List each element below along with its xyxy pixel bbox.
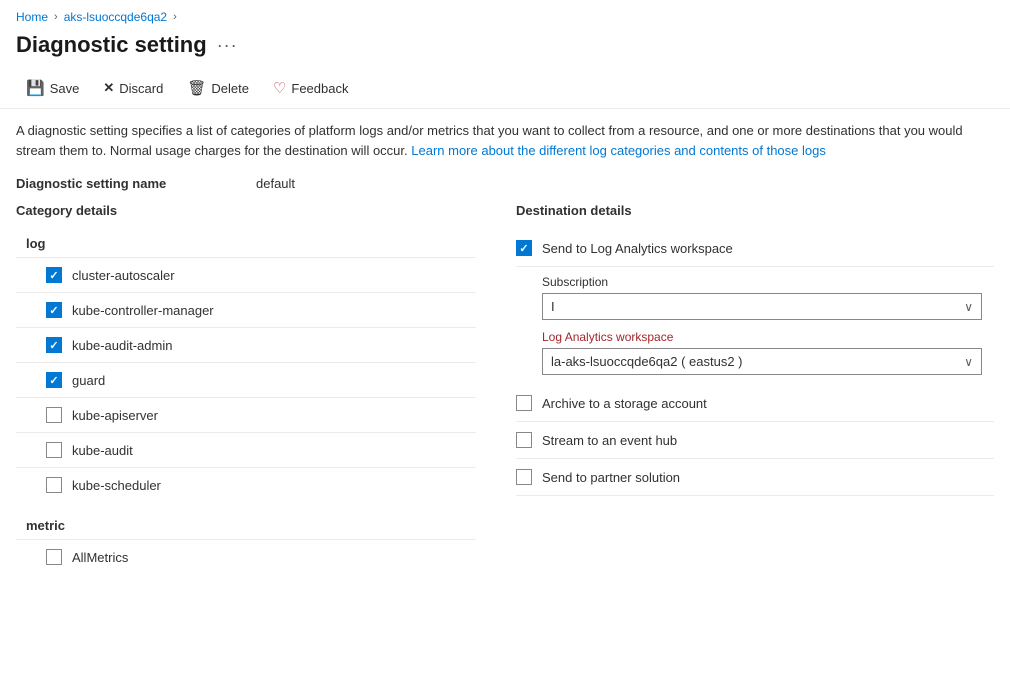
cluster-autoscaler-checkbox[interactable] xyxy=(46,267,62,283)
kube-controller-manager-checkbox[interactable] xyxy=(46,302,62,318)
guard-label: guard xyxy=(72,373,105,388)
kube-scheduler-checkbox[interactable] xyxy=(46,477,62,493)
delete-button[interactable]: 🗑 Delete xyxy=(177,74,259,102)
setting-name-label: Diagnostic setting name xyxy=(16,176,256,191)
metric-category-group: metric AllMetrics xyxy=(16,512,476,574)
setting-name-value: default xyxy=(256,176,295,191)
more-options-icon[interactable]: ··· xyxy=(217,35,238,56)
breadcrumb-resource[interactable]: aks-lsuoccqde6qa2 xyxy=(64,10,167,24)
subscription-label: Subscription xyxy=(542,275,994,289)
log-analytics-label: Send to Log Analytics workspace xyxy=(542,241,733,256)
list-item: cluster-autoscaler xyxy=(16,258,476,293)
storage-label: Archive to a storage account xyxy=(542,396,707,411)
discard-icon: ✕ xyxy=(103,80,114,96)
subscription-dropdown-arrow: ∨ xyxy=(964,300,973,314)
list-item: kube-controller-manager xyxy=(16,293,476,328)
kube-scheduler-label: kube-scheduler xyxy=(72,478,161,493)
workspace-form-group: Log Analytics workspace la-aks-lsuoccqde… xyxy=(542,330,994,375)
page-title: Diagnostic setting xyxy=(16,32,207,58)
destination-partner: Send to partner solution xyxy=(516,459,994,496)
breadcrumb: Home › aks-lsuoccqde6qa2 › xyxy=(0,0,1010,28)
workspace-value: la-aks-lsuoccqde6qa2 ( eastus2 ) xyxy=(551,354,743,369)
log-analytics-checkbox[interactable] xyxy=(516,240,532,256)
workspace-label: Log Analytics workspace xyxy=(542,330,994,344)
storage-checkbox[interactable] xyxy=(516,395,532,411)
kube-apiserver-checkbox[interactable] xyxy=(46,407,62,423)
allmetrics-label: AllMetrics xyxy=(72,550,128,565)
subscription-value: I xyxy=(551,299,555,314)
description-area: A diagnostic setting specifies a list of… xyxy=(0,109,1010,168)
kube-controller-manager-label: kube-controller-manager xyxy=(72,303,214,318)
guard-checkbox[interactable] xyxy=(46,372,62,388)
description-link[interactable]: Learn more about the different log categ… xyxy=(411,143,826,158)
list-item: kube-audit xyxy=(16,433,476,468)
destination-event-hub: Stream to an event hub xyxy=(516,422,994,459)
feedback-label: Feedback xyxy=(291,81,348,96)
partner-checkbox[interactable] xyxy=(516,469,532,485)
feedback-button[interactable]: ♡ Feedback xyxy=(263,74,359,102)
save-button[interactable]: 💾 Save xyxy=(16,74,89,102)
metric-group-label: metric xyxy=(26,512,476,539)
kube-audit-admin-checkbox[interactable] xyxy=(46,337,62,353)
list-item: AllMetrics xyxy=(16,540,476,574)
discard-label: Discard xyxy=(119,81,163,96)
event-hub-label: Stream to an event hub xyxy=(542,433,677,448)
log-group-label: log xyxy=(26,230,476,257)
toolbar: 💾 Save ✕ Discard 🗑 Delete ♡ Feedback xyxy=(0,68,1010,109)
kube-audit-admin-label: kube-audit-admin xyxy=(72,338,172,353)
discard-button[interactable]: ✕ Discard xyxy=(93,75,173,101)
log-category-group: log cluster-autoscaler kube-controller-m… xyxy=(16,230,476,502)
list-item: kube-scheduler xyxy=(16,468,476,502)
kube-audit-label: kube-audit xyxy=(72,443,133,458)
breadcrumb-home[interactable]: Home xyxy=(16,10,48,24)
subscription-form-group: Subscription I ∨ xyxy=(542,275,994,320)
destination-storage: Archive to a storage account xyxy=(516,385,994,422)
right-panel: Destination details Send to Log Analytic… xyxy=(496,203,994,582)
kube-apiserver-label: kube-apiserver xyxy=(72,408,158,423)
left-panel: Category details log cluster-autoscaler … xyxy=(16,203,496,582)
cluster-autoscaler-label: cluster-autoscaler xyxy=(72,268,175,283)
allmetrics-checkbox[interactable] xyxy=(46,549,62,565)
main-content: Category details log cluster-autoscaler … xyxy=(0,203,1010,582)
destination-log-analytics: Send to Log Analytics workspace xyxy=(516,230,994,267)
page-title-row: Diagnostic setting ··· xyxy=(0,28,1010,68)
breadcrumb-sep-2: › xyxy=(173,11,177,23)
feedback-icon: ♡ xyxy=(273,79,286,97)
workspace-dropdown-arrow: ∨ xyxy=(964,355,973,369)
delete-icon: 🗑 xyxy=(187,79,206,97)
list-item: guard xyxy=(16,363,476,398)
delete-label: Delete xyxy=(211,81,249,96)
list-item: kube-audit-admin xyxy=(16,328,476,363)
save-icon: 💾 xyxy=(26,79,45,97)
breadcrumb-sep-1: › xyxy=(54,11,58,23)
event-hub-checkbox[interactable] xyxy=(516,432,532,448)
workspace-dropdown[interactable]: la-aks-lsuoccqde6qa2 ( eastus2 ) ∨ xyxy=(542,348,982,375)
setting-name-row: Diagnostic setting name default xyxy=(0,168,1010,203)
save-label: Save xyxy=(50,81,80,96)
subscription-dropdown[interactable]: I ∨ xyxy=(542,293,982,320)
destination-details-title: Destination details xyxy=(516,203,994,218)
list-item: kube-apiserver xyxy=(16,398,476,433)
category-details-title: Category details xyxy=(16,203,476,218)
kube-audit-checkbox[interactable] xyxy=(46,442,62,458)
partner-label: Send to partner solution xyxy=(542,470,680,485)
